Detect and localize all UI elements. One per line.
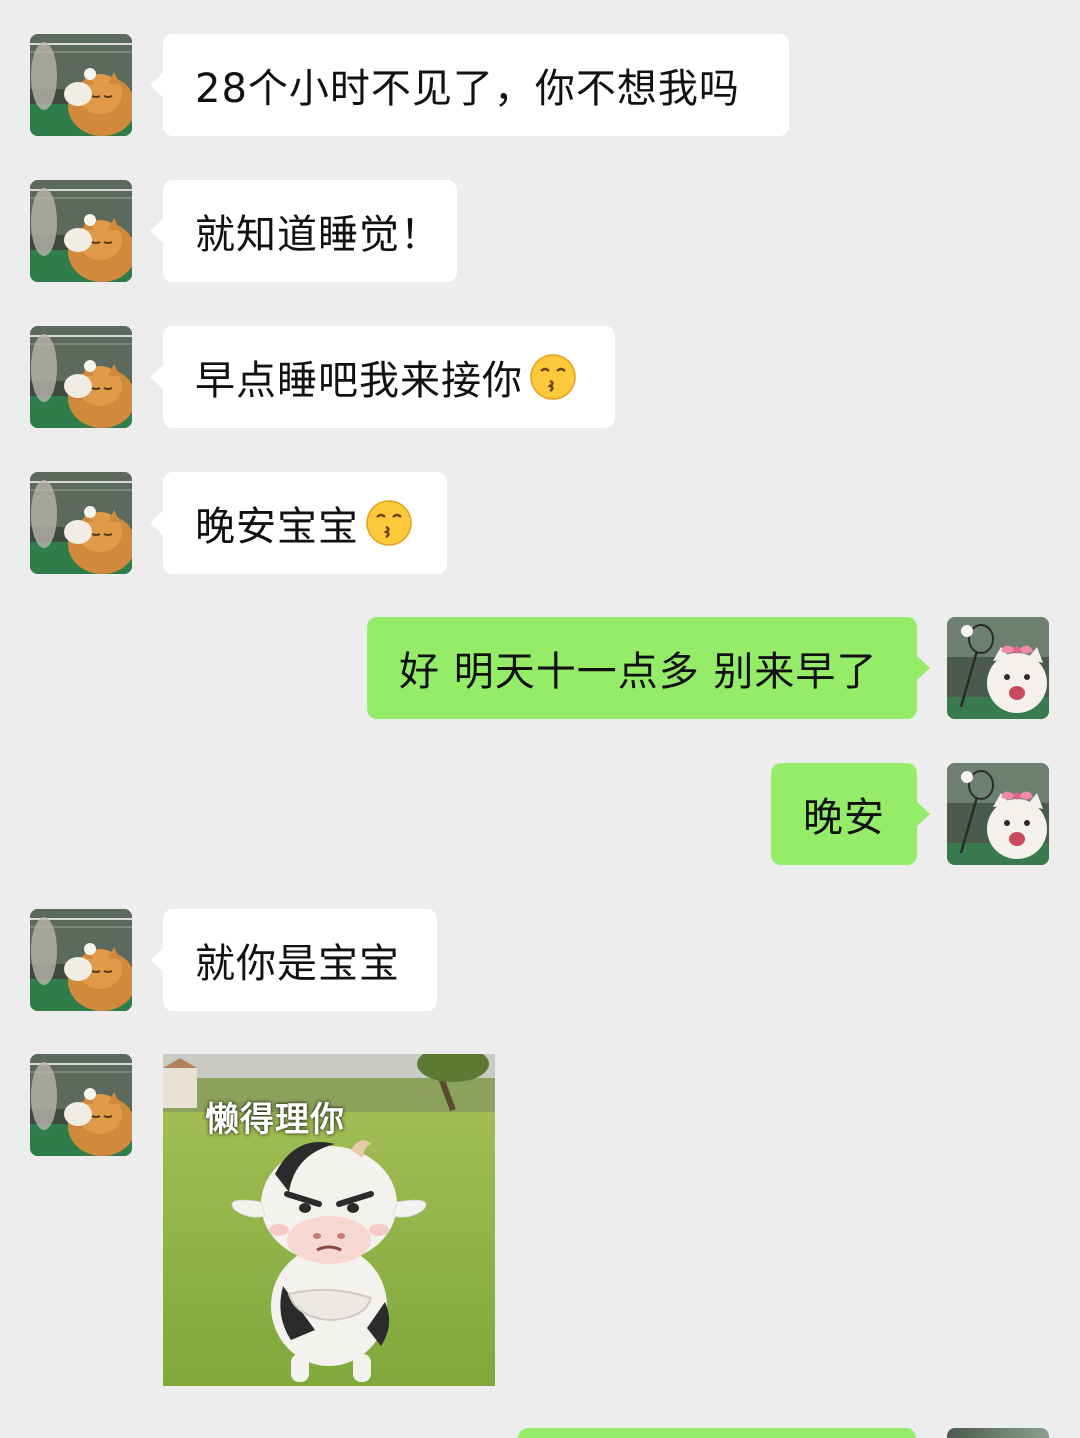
incoming-message-bubble[interactable]: 就你是宝宝	[150, 909, 437, 1011]
contact-avatar[interactable]	[30, 34, 132, 136]
incoming-message-bubble[interactable]: 早点睡吧我来接你	[150, 326, 615, 428]
white-cat-avatar-icon	[947, 763, 1049, 865]
outgoing-message-bubble-partial[interactable]	[518, 1428, 916, 1438]
contact-avatar[interactable]	[30, 472, 132, 574]
orange-cat-avatar-icon	[30, 34, 132, 136]
message-text: 就你是宝宝	[195, 941, 400, 987]
contact-avatar[interactable]	[30, 180, 132, 282]
chat-screen: 28个小时不见了，你不想我吗 就知道睡觉！ 早点睡吧我来接你 晚安宝宝 好 明天…	[0, 0, 1080, 1438]
message-text: 28个小时不见了，你不想我吗	[195, 66, 740, 112]
white-cat-avatar-icon	[947, 617, 1049, 719]
message-text: 晚安宝宝	[195, 504, 359, 550]
orange-cat-avatar-icon	[30, 180, 132, 282]
contact-avatar[interactable]	[30, 326, 132, 428]
message-text: 晚安	[803, 795, 885, 841]
orange-cat-avatar-icon	[30, 909, 132, 1011]
orange-cat-avatar-icon	[30, 472, 132, 574]
orange-cat-avatar-icon	[30, 1054, 132, 1156]
message-text: 早点睡吧我来接你	[195, 358, 523, 404]
contact-avatar[interactable]	[30, 1054, 132, 1156]
incoming-message-bubble[interactable]: 28个小时不见了，你不想我吗	[150, 34, 789, 136]
my-avatar-partial[interactable]	[947, 1428, 1049, 1438]
contact-avatar[interactable]	[30, 909, 132, 1011]
incoming-message-bubble[interactable]: 晚安宝宝	[150, 472, 447, 574]
incoming-message-bubble[interactable]: 就知道睡觉！	[150, 180, 457, 282]
kissing-face-emoji-icon	[365, 499, 413, 547]
outgoing-message-bubble[interactable]: 好 明天十一点多 别来早了	[367, 617, 930, 719]
my-avatar[interactable]	[947, 617, 1049, 719]
my-avatar[interactable]	[947, 763, 1049, 865]
orange-cat-avatar-icon	[30, 326, 132, 428]
outgoing-message-bubble[interactable]: 晚安	[771, 763, 930, 865]
kissing-face-emoji-icon	[529, 353, 577, 401]
message-text: 就知道睡觉！	[195, 212, 441, 258]
sticker-message[interactable]: 懒得理你	[163, 1054, 495, 1386]
message-text: 好 明天十一点多 别来早了	[399, 649, 878, 695]
sticker-caption: 懒得理你	[205, 1100, 345, 1140]
